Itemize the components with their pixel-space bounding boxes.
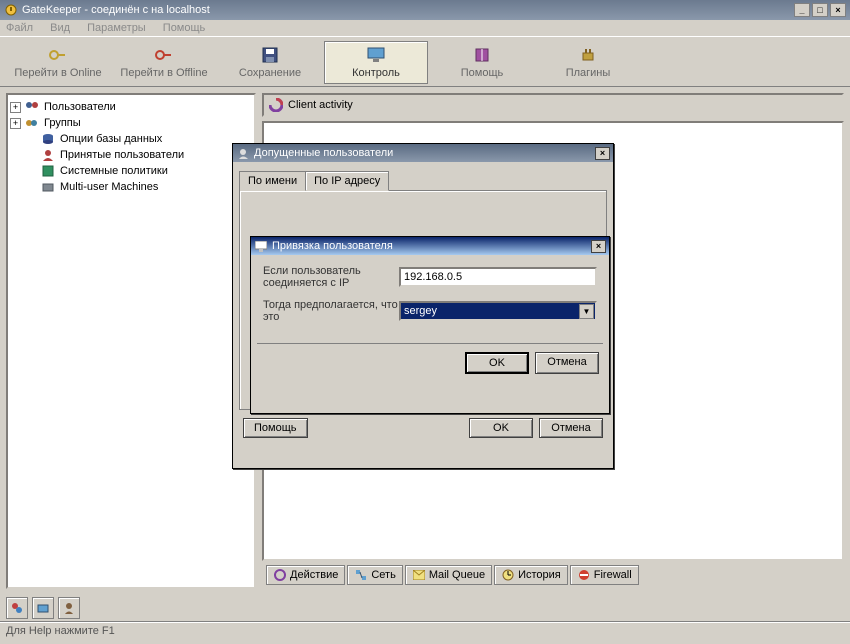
toolbar-save[interactable]: Сохранение	[218, 41, 322, 84]
status-icon-3[interactable]	[58, 597, 80, 619]
ip-label: Если пользователь соединяется с IP	[263, 265, 399, 289]
ip-input[interactable]	[399, 267, 597, 287]
key-icon	[48, 45, 68, 65]
database-icon	[40, 132, 56, 146]
machines-icon	[40, 180, 56, 194]
user-select[interactable]: sergey ▼	[399, 301, 597, 321]
tree-syspol[interactable]: Системные политики	[10, 163, 252, 179]
menu-file[interactable]: Файл	[6, 22, 33, 34]
cancel-button[interactable]: Отмена	[535, 352, 599, 374]
toolbar-online[interactable]: Перейти в Online	[6, 41, 110, 84]
network-icon	[354, 568, 368, 582]
left-status-icons	[0, 595, 86, 621]
tree-users[interactable]: + Пользователи	[10, 99, 252, 115]
window-title: GateKeeper - соединён с на localhost	[22, 4, 210, 16]
expand-icon[interactable]: +	[10, 118, 21, 129]
user-icon	[236, 146, 250, 160]
firewall-icon	[577, 568, 591, 582]
bottom-tab-strip: Действие Сеть Mail Queue История Firewal…	[262, 561, 844, 589]
mail-icon	[412, 568, 426, 582]
dialog-titlebar: Привязка пользователя ×	[251, 237, 609, 255]
tree-accepted[interactable]: Принятые пользователи	[10, 147, 252, 163]
tree-dbopts[interactable]: Опции базы данных	[10, 131, 252, 147]
app-icon	[4, 3, 18, 17]
user-binding-dialog: Привязка пользователя × Если пользовател…	[250, 236, 610, 414]
panel-caption: Client activity	[262, 93, 844, 117]
dialog-close-button[interactable]: ×	[595, 147, 610, 160]
maximize-button[interactable]: □	[812, 3, 828, 17]
cancel-button[interactable]: Отмена	[539, 418, 603, 438]
dialog-tabs: По имени По IP адресу	[239, 170, 607, 190]
floppy-icon	[260, 45, 280, 65]
status-icon-2[interactable]	[32, 597, 54, 619]
tab-action[interactable]: Действие	[266, 565, 345, 585]
key-red-icon	[154, 45, 174, 65]
clock-icon	[501, 568, 515, 582]
monitor-icon	[366, 45, 386, 65]
plugin-icon	[578, 45, 598, 65]
users-icon	[24, 100, 40, 114]
toolbar-help[interactable]: Помощь	[430, 41, 534, 84]
toolbar-plugins[interactable]: Плагины	[536, 41, 640, 84]
toolbar-control[interactable]: Контроль	[324, 41, 428, 84]
tab-mail[interactable]: Mail Queue	[405, 565, 492, 585]
menu-help[interactable]: Помощь	[163, 22, 206, 34]
toolbar-offline[interactable]: Перейти в Offline	[112, 41, 216, 84]
policy-icon	[40, 164, 56, 178]
menu-bar: Файл Вид Параметры Помощь	[0, 20, 850, 36]
minimize-button[interactable]: _	[794, 3, 810, 17]
expand-icon[interactable]: +	[10, 102, 21, 113]
book-icon	[472, 45, 492, 65]
tree-groups[interactable]: + Группы	[10, 115, 252, 131]
tree-multi[interactable]: Multi-user Machines	[10, 179, 252, 195]
dialog-close-button[interactable]: ×	[591, 240, 606, 253]
tab-net[interactable]: Сеть	[347, 565, 402, 585]
groups-icon	[24, 116, 40, 130]
close-button[interactable]: ×	[830, 3, 846, 17]
help-button[interactable]: Помощь	[243, 418, 308, 438]
tree-panel: + Пользователи + Группы Опции базы данны…	[6, 93, 256, 589]
window-titlebar: GateKeeper - соединён с на localhost _ □…	[0, 0, 850, 20]
chevron-down-icon[interactable]: ▼	[579, 304, 594, 319]
menu-params[interactable]: Параметры	[87, 22, 146, 34]
menu-view[interactable]: Вид	[50, 22, 70, 34]
tab-firewall[interactable]: Firewall	[570, 565, 639, 585]
ok-button[interactable]: OK	[469, 418, 533, 438]
activity-icon	[273, 568, 287, 582]
tab-history[interactable]: История	[494, 565, 568, 585]
user-label: Тогда предполагается, что это	[263, 299, 399, 323]
status-icon-1[interactable]	[6, 597, 28, 619]
activity-icon	[268, 97, 284, 113]
tab-by-ip[interactable]: По IP адресу	[305, 171, 389, 191]
toolbar: Перейти в Online Перейти в Offline Сохра…	[0, 36, 850, 87]
user-icon	[40, 148, 56, 162]
dialog-titlebar: Допущенные пользователи ×	[233, 144, 613, 162]
computer-icon	[254, 239, 268, 253]
ok-button[interactable]: OK	[465, 352, 529, 374]
tab-by-name[interactable]: По имени	[239, 171, 306, 191]
status-bar: Для Help нажмите F1	[0, 621, 850, 640]
